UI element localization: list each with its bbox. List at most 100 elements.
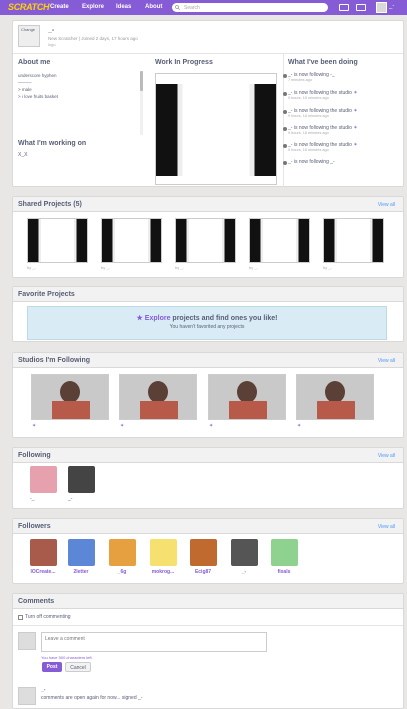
- divider: [13, 53, 403, 54]
- project-author[interactable]: by _-: [101, 265, 110, 270]
- follower-username[interactable]: 2letter: [61, 569, 101, 575]
- star-icon[interactable]: ✶: [120, 423, 124, 429]
- cancel-button[interactable]: Cancel: [65, 662, 91, 672]
- star-icon[interactable]: ✶: [209, 423, 213, 429]
- wip-project-thumbnail[interactable]: [155, 73, 277, 185]
- user-avatar[interactable]: [30, 539, 57, 566]
- profile-meta: New Scratcher | Joined 2 days, 17 hours …: [48, 36, 138, 41]
- user-avatar[interactable]: [30, 466, 57, 493]
- divider: [13, 625, 403, 626]
- project-thumbnail[interactable]: [27, 218, 88, 263]
- activity-item[interactable]: _- is now following the studio ✶ 9 hours,…: [288, 108, 358, 118]
- activity-item[interactable]: _- is now following the studio ✶ 9 hours,…: [288, 125, 358, 135]
- comment-input[interactable]: [41, 632, 267, 652]
- follower-username[interactable]: mokrog...: [143, 569, 183, 575]
- favorites-title: Favorite Projects: [18, 290, 75, 298]
- comments-box: Comments Turn off commenting You have 50…: [12, 593, 404, 709]
- user-avatar[interactable]: [190, 539, 217, 566]
- studio-thumbnail[interactable]: [31, 374, 109, 420]
- project-thumbnail[interactable]: [249, 218, 310, 263]
- star-icon[interactable]: ✶: [297, 423, 301, 429]
- studio-thumbnail[interactable]: [119, 374, 197, 420]
- user-avatar[interactable]: [68, 466, 95, 493]
- about-scrollbar[interactable]: [140, 71, 143, 135]
- follower-username[interactable]: _-: [224, 569, 264, 575]
- studio-thumbnail[interactable]: [296, 374, 374, 420]
- profile-avatar[interactable]: Change: [18, 25, 40, 47]
- turn-off-checkbox[interactable]: [18, 614, 23, 620]
- follow-icon: [283, 127, 287, 131]
- studio-thumbnail[interactable]: [208, 374, 286, 420]
- user-avatar[interactable]: [231, 539, 258, 566]
- activity-time: 9 hours, 15 minutes ago: [288, 96, 329, 100]
- follower-username[interactable]: Ecig87: [183, 569, 223, 575]
- view-all-link[interactable]: View all: [378, 524, 395, 530]
- activity-item[interactable]: _- is now following _-: [288, 159, 335, 165]
- follower-username[interactable]: fixals: [264, 569, 304, 575]
- project-author[interactable]: by _-: [323, 265, 332, 270]
- top-nav: SCRATCH Create Explore Ideas About Searc…: [0, 0, 407, 15]
- favorites-empty-box: ★ Explore projects and find ones you lik…: [27, 306, 387, 340]
- profile-role: New Scratcher: [48, 36, 78, 41]
- activity-text: _- is now following _-: [288, 159, 335, 165]
- project-author[interactable]: by _-: [27, 265, 36, 270]
- nav-about[interactable]: About: [145, 3, 162, 12]
- activity-item[interactable]: _- is now following the studio ✶ 9 hours,…: [288, 90, 358, 100]
- follow-icon: [283, 110, 287, 114]
- activity-time: 7 minutes ago: [288, 78, 312, 82]
- favorites-empty-sub: You haven't favorited any projects: [169, 324, 245, 330]
- project-thumbnail[interactable]: [101, 218, 162, 263]
- search-input[interactable]: Search: [172, 3, 328, 12]
- activity-item[interactable]: _- is now following -_ 7 minutes ago: [288, 72, 335, 82]
- following-username[interactable]: -_: [30, 496, 34, 502]
- follower-username[interactable]: lOCreate...: [23, 569, 63, 575]
- account-username[interactable]: _-: [389, 3, 394, 9]
- activity-item[interactable]: _- is now following the studio ✶ 9 hours,…: [288, 142, 358, 152]
- follower-username[interactable]: _6g: [102, 569, 142, 575]
- messages-icon[interactable]: [339, 4, 349, 11]
- star-icon: ✶: [353, 125, 358, 131]
- follow-icon: [283, 74, 287, 78]
- nav-ideas[interactable]: Ideas: [116, 3, 131, 12]
- profile-joined: Joined 2 days, 17 hours ago: [81, 36, 138, 41]
- project-author[interactable]: by _-: [249, 265, 258, 270]
- about-line: underscore hyphen: [18, 73, 57, 78]
- user-avatar[interactable]: [271, 539, 298, 566]
- change-avatar-label[interactable]: Change: [21, 27, 35, 32]
- project-thumbnail[interactable]: [175, 218, 236, 263]
- project-author[interactable]: by _-: [175, 265, 184, 270]
- studio-character-body: [140, 401, 178, 419]
- nav-create[interactable]: Create: [50, 3, 69, 12]
- comment-author[interactable]: _-: [41, 687, 45, 693]
- user-avatar[interactable]: [68, 539, 95, 566]
- profile-username: _-: [48, 27, 55, 34]
- user-avatar[interactable]: [109, 539, 136, 566]
- activity-time: 9 hours, 16 minutes ago: [288, 114, 329, 118]
- comment-author-avatar[interactable]: [18, 687, 36, 705]
- scratch-logo[interactable]: SCRATCH: [8, 2, 50, 13]
- follow-icon: [283, 161, 287, 165]
- explore-link[interactable]: Explore: [145, 315, 171, 322]
- scrollbar-thumb[interactable]: [140, 71, 143, 91]
- star-icon: ✶: [353, 142, 358, 148]
- user-avatar[interactable]: [150, 539, 177, 566]
- about-text[interactable]: underscore hyphen ——— > male > i love fr…: [18, 72, 143, 100]
- post-button[interactable]: Post: [42, 662, 62, 672]
- search-placeholder: Search: [184, 4, 200, 11]
- working-text[interactable]: X_X: [18, 152, 27, 158]
- view-all-link[interactable]: View all: [378, 202, 395, 208]
- view-all-link[interactable]: View all: [378, 453, 395, 459]
- studio-character-body: [317, 401, 355, 419]
- studio-character-body: [52, 401, 90, 419]
- view-all-link[interactable]: View all: [378, 358, 395, 364]
- project-thumbnail[interactable]: [323, 218, 384, 263]
- nav-explore[interactable]: Explore: [82, 3, 104, 12]
- activity-time: 9 hours, 16 minutes ago: [288, 131, 329, 135]
- following-username[interactable]: _-: [68, 496, 72, 502]
- star-icon: ✶: [353, 108, 358, 114]
- turn-off-commenting[interactable]: Turn off commenting: [18, 614, 71, 620]
- star-icon[interactable]: ✶: [32, 423, 36, 429]
- favorite-projects-box: Favorite Projects ★ Explore projects and…: [12, 286, 404, 342]
- my-stuff-icon[interactable]: [356, 4, 366, 11]
- account-avatar[interactable]: [376, 2, 387, 13]
